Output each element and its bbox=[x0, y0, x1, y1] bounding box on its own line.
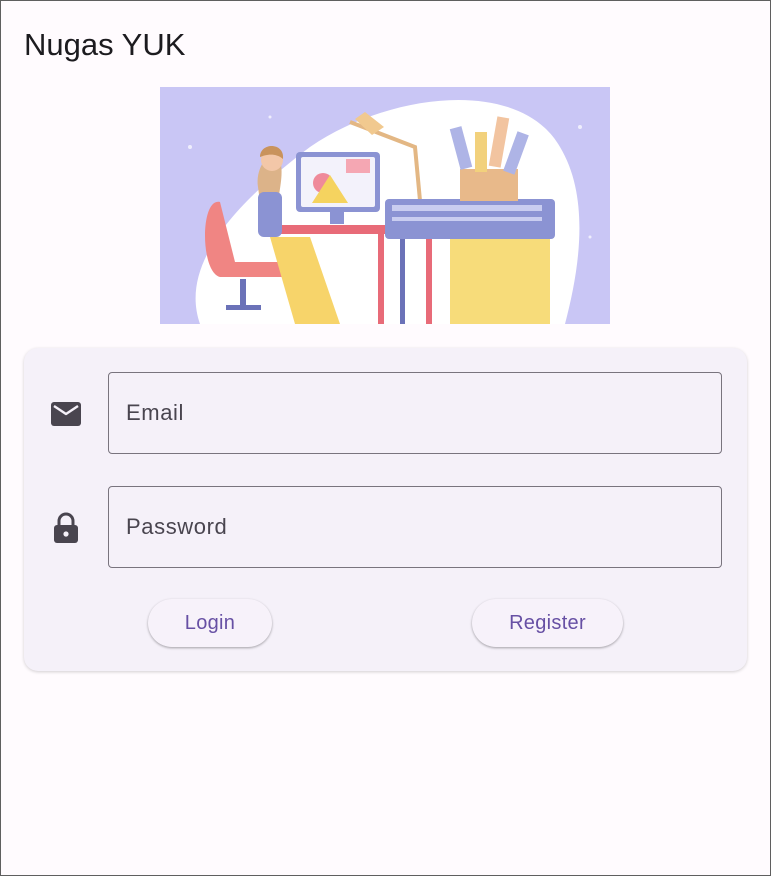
app-title: Nugas YUK bbox=[24, 27, 186, 62]
login-button[interactable]: Login bbox=[148, 599, 272, 647]
password-row bbox=[24, 486, 747, 570]
email-field[interactable] bbox=[109, 373, 721, 453]
mail-icon bbox=[49, 397, 83, 431]
password-field-box[interactable] bbox=[108, 486, 722, 568]
login-card: Login Register bbox=[24, 348, 747, 671]
email-row bbox=[24, 372, 747, 456]
hero-illustration bbox=[160, 87, 610, 324]
lock-icon bbox=[49, 511, 83, 545]
app-window: Nugas YUK Email Login Register bbox=[0, 0, 771, 876]
password-field[interactable] bbox=[109, 487, 721, 567]
register-button[interactable]: Register bbox=[472, 599, 623, 647]
email-field-box[interactable] bbox=[108, 372, 722, 454]
